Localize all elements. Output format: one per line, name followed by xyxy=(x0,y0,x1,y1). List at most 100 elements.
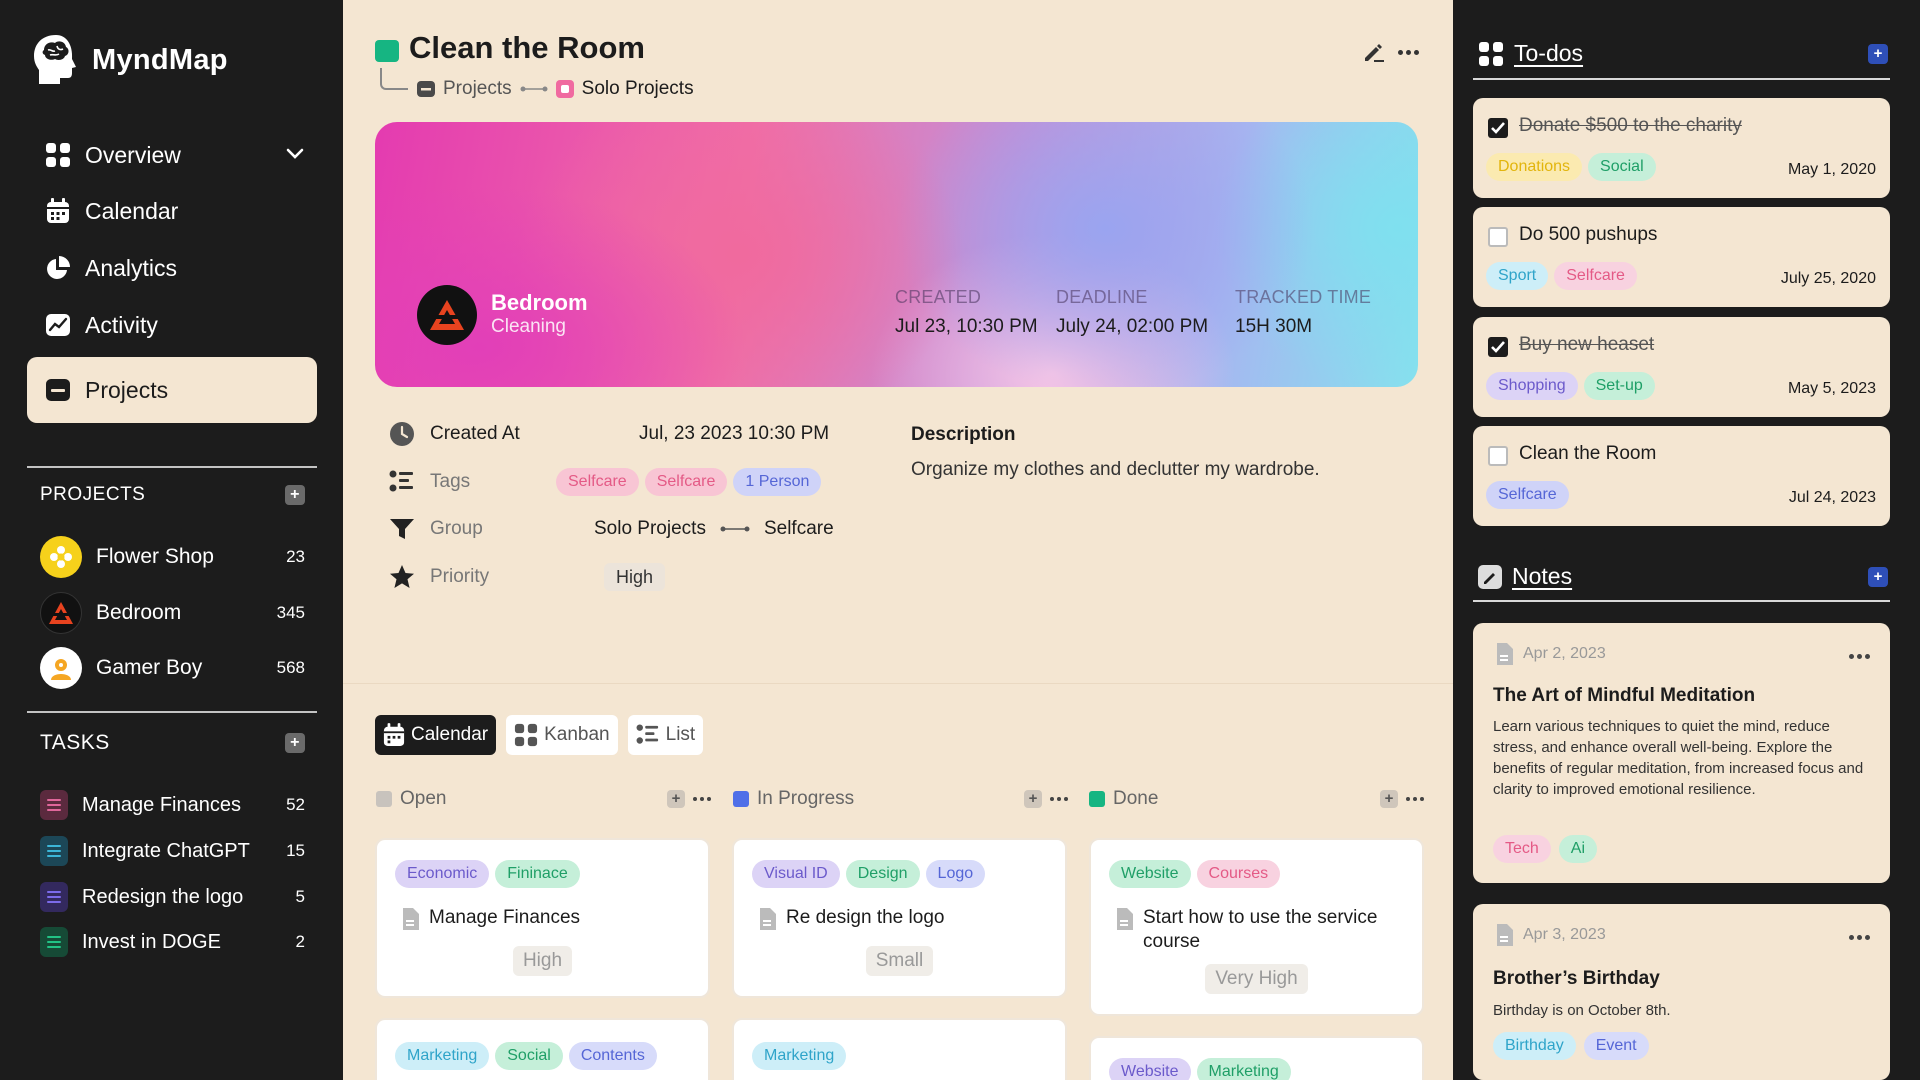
todo-text: Clean the Room xyxy=(1519,443,1657,464)
nav-activity[interactable]: Activity xyxy=(27,296,317,354)
tag-pill[interactable]: Selfcare xyxy=(1554,262,1637,290)
chevron-down-icon[interactable] xyxy=(285,144,305,164)
more-options-icon[interactable] xyxy=(1849,654,1870,659)
task-manage-finances[interactable]: Manage Finances 52 xyxy=(40,788,305,822)
checkbox-unchecked[interactable] xyxy=(1488,227,1508,247)
more-options-icon[interactable] xyxy=(693,797,711,801)
todo-text: Buy new heaset xyxy=(1519,334,1655,355)
tag-pill[interactable]: Marketing xyxy=(395,1042,490,1070)
tag-pill[interactable]: Shopping xyxy=(1486,372,1578,400)
tag-pill[interactable]: Visual ID xyxy=(752,860,840,888)
tag-pill[interactable]: 1 Person xyxy=(733,468,822,496)
tag-pill[interactable]: Selfcare xyxy=(556,468,639,496)
prop-tags: Tags Selfcare Selfcare 1 Person xyxy=(388,465,822,499)
tag-pill[interactable]: Social xyxy=(495,1042,563,1070)
todo-item[interactable]: Buy new heaset Shopping Set-up May 5, 20… xyxy=(1473,317,1890,417)
tag-pill[interactable]: Ai xyxy=(1558,835,1598,863)
todo-item[interactable]: Clean the Room Selfcare Jul 24, 2023 xyxy=(1473,426,1890,526)
add-task-button[interactable]: + xyxy=(285,733,305,753)
task-invest-doge[interactable]: Invest in DOGE 2 xyxy=(40,925,305,959)
tab-calendar[interactable]: Calendar xyxy=(375,715,497,755)
project-gamer-boy[interactable]: Gamer Boy 568 xyxy=(40,646,305,690)
section-title: TASKS xyxy=(40,731,110,754)
add-note-button[interactable]: + xyxy=(1868,566,1888,587)
nav-calendar[interactable]: Calendar xyxy=(27,182,317,240)
add-card-button[interactable]: + xyxy=(1380,790,1398,808)
document-icon xyxy=(1497,924,1513,946)
todo-item[interactable]: Donate $500 to the charity Donations Soc… xyxy=(1473,98,1890,198)
tag-pill[interactable]: Logo xyxy=(925,860,986,888)
checkbox-unchecked[interactable] xyxy=(1488,446,1508,466)
more-options-icon[interactable] xyxy=(1050,797,1068,801)
group-from[interactable]: Solo Projects xyxy=(594,518,706,540)
group-to[interactable]: Selfcare xyxy=(764,518,834,540)
more-options-icon[interactable] xyxy=(1398,49,1419,55)
tag-pill[interactable]: Design xyxy=(845,860,920,888)
tag-pill[interactable]: Courses xyxy=(1196,860,1281,888)
pie-chart-icon xyxy=(45,255,71,281)
tag-pill[interactable]: Website xyxy=(1109,860,1191,888)
nav-label: Analytics xyxy=(85,254,178,281)
main-content: Clean the Room Projects Solo Projects Be… xyxy=(343,0,1453,1080)
tab-kanban[interactable]: Kanban xyxy=(506,715,618,755)
tag-pill[interactable]: Birthday xyxy=(1493,1032,1576,1060)
tag-pill[interactable]: Economic xyxy=(395,860,490,888)
stat-created: CREATED Jul 23, 10:30 PM xyxy=(895,287,1038,338)
checkbox-checked[interactable] xyxy=(1488,118,1508,138)
todos-title[interactable]: To-dos xyxy=(1514,40,1583,67)
add-todo-button[interactable]: + xyxy=(1868,43,1888,64)
tag-pill[interactable]: Tech xyxy=(1493,835,1551,863)
nav-overview[interactable]: Overview xyxy=(27,126,317,184)
tag-pill[interactable]: Sport xyxy=(1486,262,1549,290)
project-name: Gamer Boy xyxy=(96,656,203,679)
kanban-card[interactable]: Website Courses Start how to use the ser… xyxy=(1089,838,1424,1016)
note-card[interactable]: Apr 2, 2023 The Art of Mindful Meditatio… xyxy=(1473,623,1890,883)
project-bedroom[interactable]: Bedroom 345 xyxy=(40,591,305,635)
edit-icon[interactable] xyxy=(1362,40,1386,64)
task-integrate-chatgpt[interactable]: Integrate ChatGPT 15 xyxy=(40,834,305,868)
kanban-card[interactable]: Marketing Social Contents xyxy=(375,1018,710,1080)
add-project-button[interactable]: + xyxy=(285,485,305,505)
title-color-marker xyxy=(375,40,399,62)
breadcrumb-parent[interactable]: Projects xyxy=(443,78,512,100)
more-options-icon[interactable] xyxy=(1849,935,1870,940)
tag-pill[interactable]: Event xyxy=(1583,1032,1649,1060)
tag-pill[interactable]: Selfcare xyxy=(644,468,728,496)
notes-title[interactable]: Notes xyxy=(1512,563,1572,590)
kanban-card[interactable]: Economic Fininace Manage Finances High xyxy=(375,838,710,998)
brain-head-icon xyxy=(34,35,76,84)
add-card-button[interactable]: + xyxy=(667,790,685,808)
tag-pill[interactable]: Fininace xyxy=(495,860,580,888)
tag-pill[interactable]: Contents xyxy=(568,1042,657,1070)
kanban-card[interactable]: Marketing xyxy=(732,1018,1067,1080)
project-flower-shop[interactable]: Flower Shop 23 xyxy=(40,535,305,579)
nav-projects[interactable]: Projects xyxy=(27,357,317,423)
app-logo[interactable]: MyndMap xyxy=(30,32,228,88)
add-card-button[interactable]: + xyxy=(1024,790,1042,808)
priority-badge[interactable]: High xyxy=(604,563,666,591)
tag-pill[interactable]: Marketing xyxy=(1196,1058,1291,1080)
todo-item[interactable]: Do 500 pushups Sport Selfcare July 25, 2… xyxy=(1473,207,1890,307)
tag-pill[interactable]: Selfcare xyxy=(1486,481,1569,509)
task-redesign-logo[interactable]: Redesign the logo 5 xyxy=(40,880,305,914)
tag-pill[interactable]: Social xyxy=(1588,153,1656,181)
breadcrumb-child[interactable]: Solo Projects xyxy=(582,78,694,100)
divider xyxy=(27,466,317,468)
view-switcher: Calendar Kanban List xyxy=(375,715,704,755)
task-count: 2 xyxy=(295,932,305,951)
note-card[interactable]: Apr 3, 2023 Brother’s Birthday Birthday … xyxy=(1473,904,1890,1080)
tag-pill[interactable]: Set-up xyxy=(1583,372,1655,400)
kanban-card[interactable]: Visual ID Design Logo Re design the logo… xyxy=(732,838,1067,998)
nav-analytics[interactable]: Analytics xyxy=(27,239,317,297)
todo-date: May 5, 2023 xyxy=(1787,380,1876,397)
description-text: Organize my clothes and declutter my war… xyxy=(911,459,1320,480)
tag-pill[interactable]: Donations xyxy=(1486,153,1583,181)
more-options-icon[interactable] xyxy=(1406,797,1424,801)
tag-pill[interactable]: Marketing xyxy=(752,1042,847,1070)
task-count: 52 xyxy=(286,795,305,814)
tag-pill[interactable]: Website xyxy=(1109,1058,1191,1080)
kanban-card[interactable]: Website Marketing xyxy=(1089,1036,1424,1080)
checkbox-checked[interactable] xyxy=(1488,337,1508,357)
prop-group: Group Solo Projects Selfcare xyxy=(388,512,834,546)
tab-list[interactable]: List xyxy=(627,715,704,755)
